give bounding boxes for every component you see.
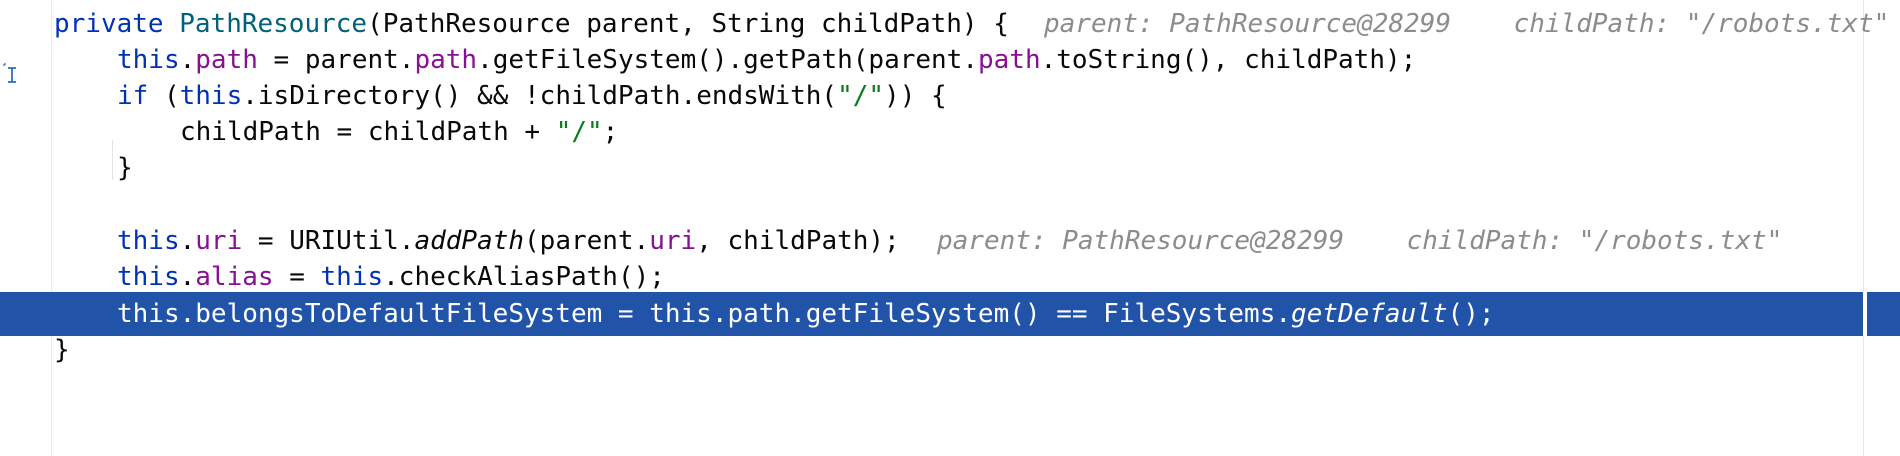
code-token: (parent.: [524, 226, 650, 256]
code-token: PathResource: [179, 9, 368, 39]
code-editor[interactable]: private PathResource(PathResource parent…: [0, 0, 1900, 456]
code-token: uri: [195, 226, 243, 256]
code-token: this: [320, 262, 384, 292]
code-token: .: [179, 262, 196, 292]
code-token: path: [414, 45, 478, 75]
code-text: }: [54, 328, 70, 372]
code-token: }: [117, 153, 133, 183]
code-token: }: [54, 335, 70, 365]
code-token: addPath: [414, 226, 525, 256]
code-token: this: [117, 45, 180, 75]
code-token: .isDirectory() && !childPath.endsWith(: [242, 81, 838, 111]
code-token: getDefault: [1291, 299, 1448, 329]
code-token: this: [179, 81, 243, 111]
code-token: private: [54, 9, 180, 39]
code-token: ();: [1447, 299, 1495, 329]
code-token: path: [195, 45, 258, 75]
code-token: .: [179, 226, 196, 256]
code-token: )) {: [884, 81, 947, 111]
code-token: "/": [837, 81, 885, 111]
code-line[interactable]: }: [0, 328, 1900, 372]
code-token: , childPath);: [696, 226, 900, 256]
code-token: = URIUtil.: [242, 226, 415, 256]
code-token: if: [117, 81, 149, 111]
code-token: .getFileSystem().getPath(parent.: [477, 45, 978, 75]
code-token: .checkAliasPath();: [383, 262, 665, 292]
code-token: .: [179, 45, 196, 75]
code-token: uri: [649, 226, 697, 256]
code-token: (: [148, 81, 180, 111]
code-token: this.belongsToDefaultFileSystem = this.p…: [117, 299, 1291, 329]
code-token: =: [273, 262, 321, 292]
code-token: alias: [195, 262, 274, 292]
code-token: "/": [555, 117, 603, 147]
code-token: ;: [602, 117, 619, 147]
code-token: this: [117, 226, 180, 256]
code-token: = parent.: [257, 45, 415, 75]
code-token: .toString(), childPath);: [1040, 45, 1417, 75]
code-token: this: [117, 262, 180, 292]
code-token: path: [977, 45, 1041, 75]
code-token: (PathResource parent, String childPath) …: [367, 9, 1009, 39]
code-token: childPath = childPath +: [180, 117, 556, 147]
